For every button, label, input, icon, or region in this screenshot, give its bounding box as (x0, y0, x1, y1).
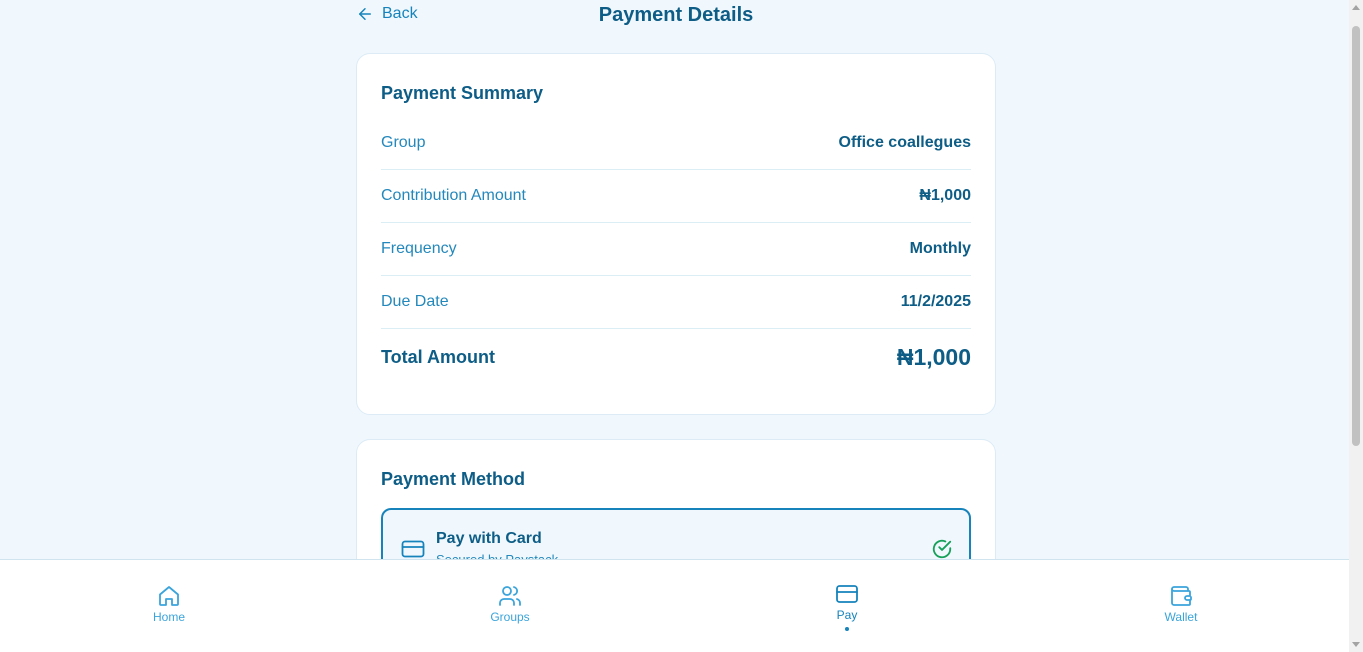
nav-label: Home (152, 610, 185, 624)
total-value: ₦1,000 (896, 344, 971, 370)
summary-title: Payment Summary (381, 83, 544, 103)
summary-row-frequency: Frequency Monthly (381, 223, 971, 276)
nav-item-wallet[interactable]: Wallet (1141, 584, 1221, 624)
app-viewport: Back Payment Details Payment Summary Gro… (0, 0, 1349, 652)
total-label: Total Amount (381, 347, 495, 367)
check-circle-icon (932, 539, 952, 559)
active-indicator (845, 627, 849, 631)
scrollbar-thumb[interactable] (1352, 26, 1360, 446)
row-label: Contribution Amount (381, 187, 526, 204)
row-value: Office coallegues (838, 134, 972, 151)
total-row: Total Amount ₦1,000 (381, 344, 971, 371)
nav-label: Wallet (1164, 610, 1198, 624)
page-title: Payment Details (598, 4, 754, 26)
payment-summary-card: Payment Summary Group Office coallegues … (356, 53, 996, 415)
row-label: Frequency (381, 240, 457, 257)
row-value: ₦1,000 (919, 187, 971, 204)
scroll-up-arrow[interactable] (1352, 5, 1360, 10)
nav-item-home[interactable]: Home (129, 584, 209, 624)
wallet-icon (1171, 586, 1192, 606)
summary-row-group: Group Office coallegues (381, 117, 971, 170)
credit-card-icon (401, 540, 425, 558)
home-icon (159, 586, 179, 606)
top-header: Back Payment Details (356, 0, 996, 34)
scroll-down-arrow[interactable] (1352, 642, 1360, 647)
option-title: Pay with Card (436, 530, 542, 547)
nav-label: Pay (836, 608, 858, 622)
row-label: Due Date (381, 293, 449, 310)
row-value: Monthly (909, 240, 971, 257)
nav-item-groups[interactable]: Groups (470, 584, 550, 624)
vertical-scrollbar[interactable] (1349, 0, 1363, 652)
row-label: Group (381, 134, 426, 151)
nav-label: Groups (490, 610, 530, 624)
method-title: Payment Method (381, 469, 526, 489)
nav-item-pay[interactable]: Pay (807, 582, 887, 631)
users-icon (499, 586, 521, 606)
summary-row-contribution: Contribution Amount ₦1,000 (381, 170, 971, 223)
row-value: 11/2/2025 (900, 293, 971, 310)
summary-row-due-date: Due Date 11/2/2025 (381, 276, 971, 329)
bottom-navigation: Home Groups Pay Wallet (0, 559, 1349, 652)
credit-card-icon (836, 585, 858, 603)
